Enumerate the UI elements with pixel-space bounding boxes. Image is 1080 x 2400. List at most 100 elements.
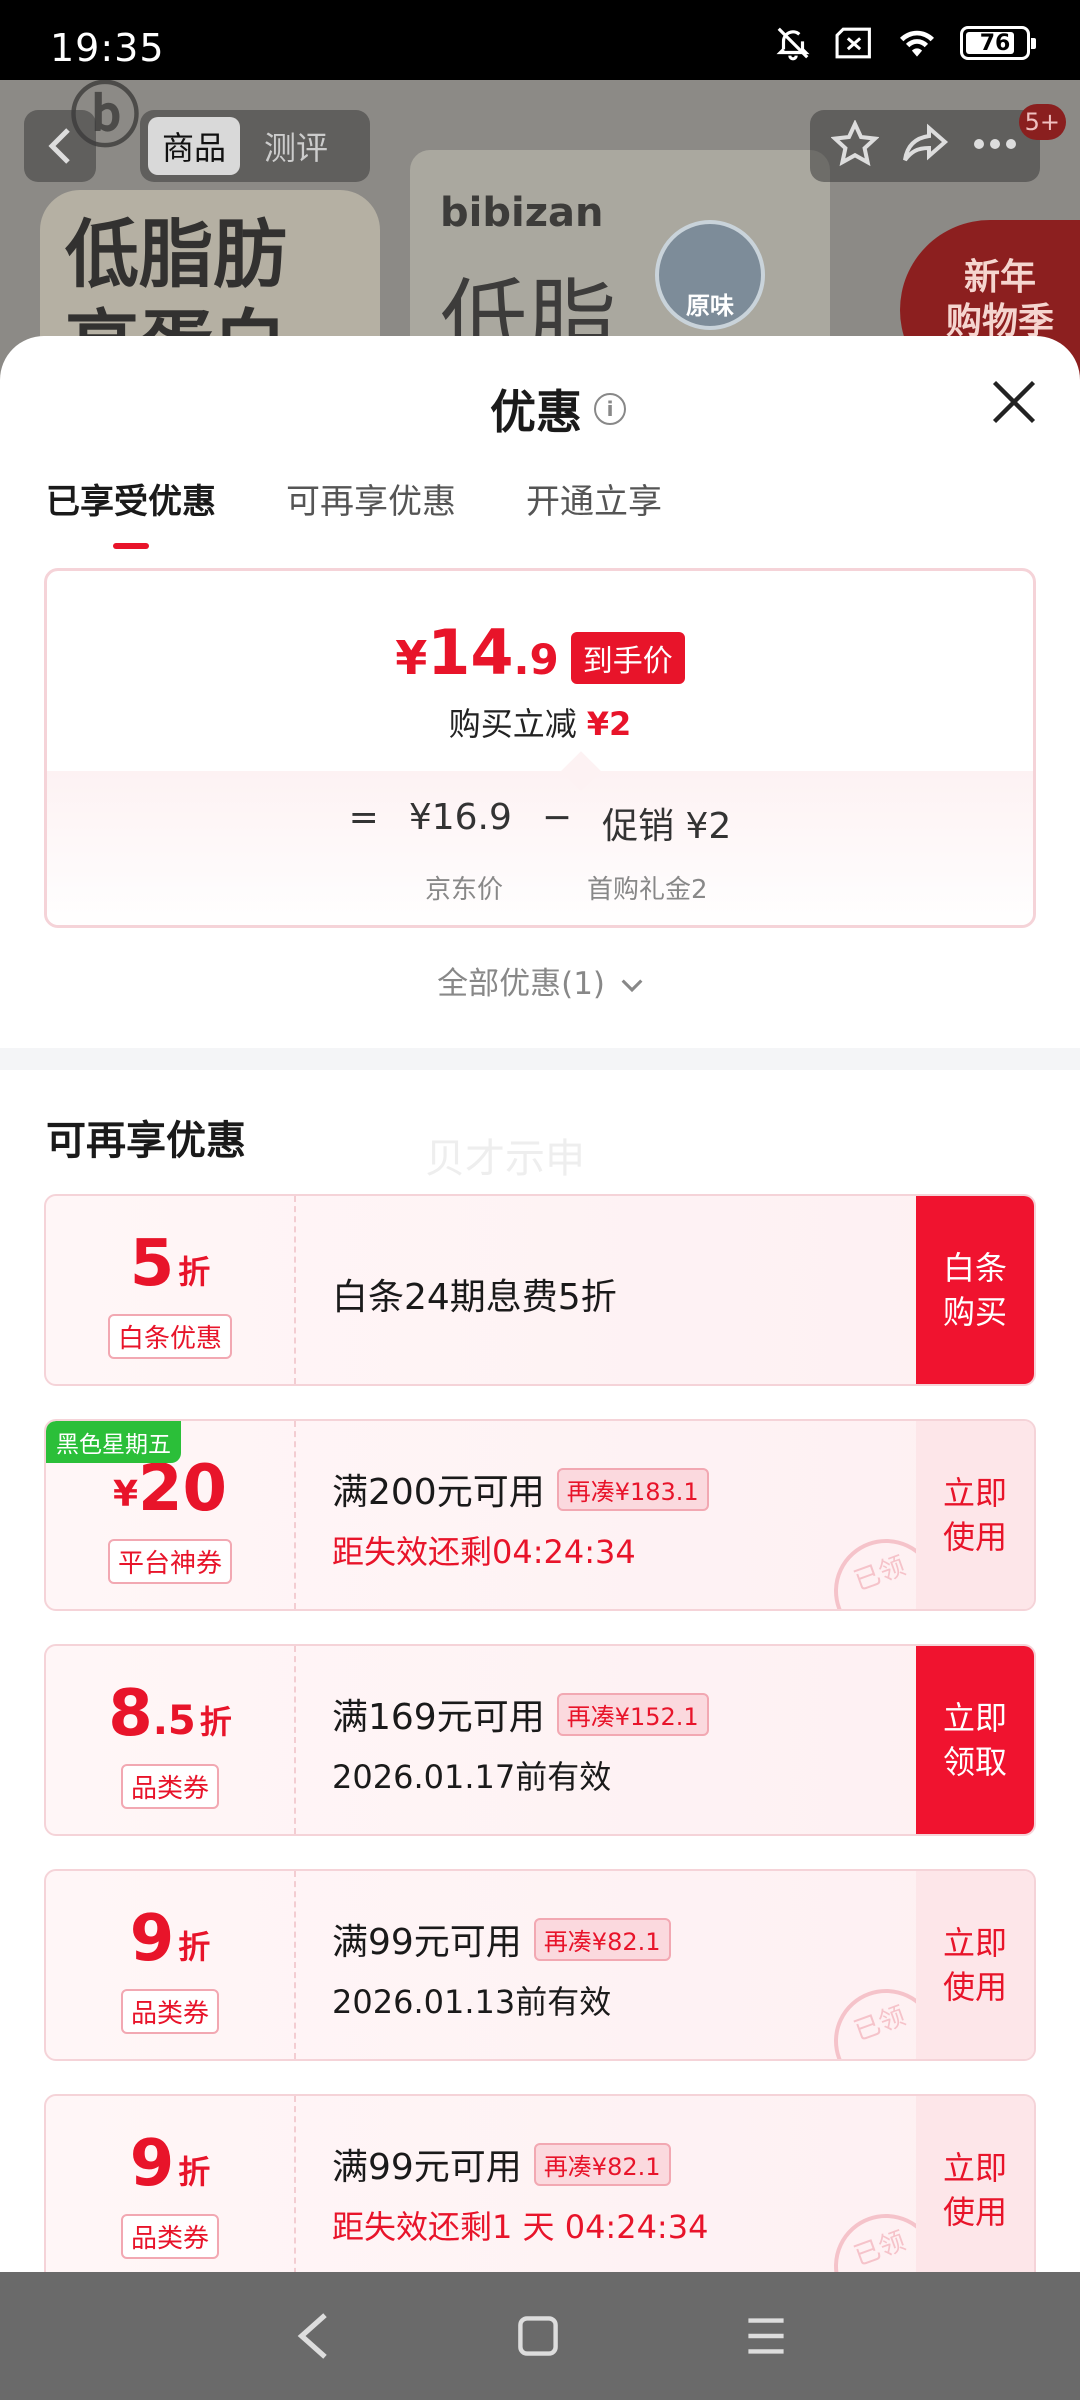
black-friday-label: 黑色星期五: [46, 1421, 181, 1463]
sheet-title: 优惠: [490, 385, 582, 439]
purchase-reduction: 购买立减 ¥2: [47, 699, 1033, 745]
coupon-countdown: 距失效还剩04:24:34: [332, 1533, 636, 1571]
coupon-tag: 平台神券: [107, 1539, 233, 1584]
watermark: 贝才示申: [425, 1136, 585, 1182]
tab-review[interactable]: 测评: [250, 117, 342, 175]
coupon-value-unit: 折: [178, 2153, 211, 2191]
coupon-condition: 满99元可用: [332, 1922, 522, 1963]
coupon-value-number: 9: [129, 1902, 175, 1976]
coupon-value-number: 9: [129, 2127, 175, 2201]
final-price-currency: ¥: [395, 631, 428, 685]
coupon-value: 9折: [46, 1907, 294, 1971]
system-nav-bar: [0, 2272, 1080, 2400]
sim-off-icon: [834, 26, 874, 60]
coupon-value-currency: ¥: [112, 1474, 138, 1515]
status-time: 19:35: [50, 26, 165, 70]
coupon-description: 白条24期息费5折: [332, 1277, 617, 1318]
coupon-value: 9折: [46, 2132, 294, 2196]
all-offers-label: 全部优惠(1): [437, 966, 606, 1002]
tab-enjoyed-offers[interactable]: 已享受优惠: [46, 474, 216, 549]
back-nav-icon[interactable]: [292, 2310, 332, 2362]
status-icons: 76: [774, 24, 1036, 62]
price-formula: = ¥16.9 − 促销 ¥2: [47, 797, 1033, 849]
coupon-card: 9折 品类券 满99元可用 再凑¥82.1 2026.01.13前有效 已领 立即…: [44, 1869, 1036, 2061]
promo-amount: 促销 ¥2: [602, 806, 732, 847]
coupon-description: 满169元可用 再凑¥152.1: [332, 1688, 709, 1740]
more-icon[interactable]: [971, 136, 1019, 156]
sheet-title-group: 优惠 i: [490, 376, 626, 442]
product-nav-tabs: 商品 测评: [140, 110, 370, 182]
use-now-button[interactable]: 立即 使用: [916, 1421, 1034, 1609]
tab-activate-offers[interactable]: 开通立享: [526, 474, 662, 549]
final-price-badge: 到手价: [570, 632, 685, 684]
coupon-value: ¥20: [46, 1457, 294, 1521]
back-button[interactable]: [24, 110, 96, 182]
battery-icon: 76: [960, 26, 1036, 60]
sheet-header: 优惠 i: [0, 336, 1080, 466]
section-divider: [0, 1048, 1080, 1070]
coupon-body: 满99元可用 再凑¥82.1 2026.01.13前有效: [332, 1913, 671, 2023]
close-icon[interactable]: [988, 376, 1040, 428]
discount-sheet: 优惠 i 已享受优惠 可再享优惠 开通立享 ¥14.9 到手价 购买立减 ¥2 =…: [0, 336, 1080, 2272]
final-price-decimal: .9: [513, 635, 559, 684]
home-nav-icon[interactable]: [516, 2314, 560, 2358]
coupon-tag: 白条优惠: [107, 1314, 233, 1359]
coupon-tag: 品类券: [120, 2214, 220, 2259]
battery-cap: [1031, 38, 1036, 49]
coupon-tag: 品类券: [120, 1764, 220, 1809]
reduction-label: 购买立减: [448, 705, 577, 743]
pack-brand: bibizan: [440, 190, 604, 236]
jd-price: ¥16.9: [408, 797, 512, 838]
coupon-value-number: 5: [129, 1227, 175, 1301]
coupon-countdown: 距失效还剩1 天 04:24:34: [332, 2208, 709, 2246]
promo-label: 首购礼金2: [587, 875, 708, 905]
price-breakdown: = ¥16.9 − 促销 ¥2 京东价 首购礼金2: [47, 751, 1033, 925]
coupon-description: 满99元可用 再凑¥82.1: [332, 1913, 671, 1965]
reduction-value: ¥2: [586, 705, 632, 743]
final-price-row: ¥14.9 到手价: [47, 621, 1033, 692]
flavor-seal-text: 原味: [686, 292, 734, 320]
coupon-expiry: 2026.01.13前有效: [332, 1983, 612, 2021]
final-price-card: ¥14.9 到手价 购买立减 ¥2 = ¥16.9 − 促销 ¥2 京东价 首购礼…: [44, 568, 1036, 928]
message-count-badge: 5+: [1018, 104, 1066, 140]
star-icon[interactable]: [830, 119, 880, 172]
share-icon[interactable]: [901, 122, 949, 170]
chevron-down-icon: [621, 978, 643, 992]
coupon-value-decimal: .5: [152, 1698, 196, 1744]
all-offers-toggle[interactable]: 全部优惠(1): [0, 958, 1080, 1003]
coupon-card: 5折 白条优惠 白条24期息费5折 白条 购买: [44, 1194, 1036, 1386]
formula-minus: −: [541, 797, 573, 838]
coupon-topup-badge: 再凑¥183.1: [556, 1467, 709, 1511]
coupon-tag: 品类券: [120, 1989, 220, 2034]
coupon-description: 满200元可用 再凑¥183.1: [332, 1463, 709, 1515]
coupon-value-number: 20: [138, 1452, 228, 1526]
offer-tabs: 已享受优惠 可再享优惠 开通立享: [46, 474, 662, 549]
coupon-condition: 满200元可用: [332, 1472, 545, 1513]
coupon-value-area: 5折 白条优惠: [46, 1196, 296, 1384]
baitiao-buy-button[interactable]: 白条 购买: [916, 1196, 1034, 1384]
claim-now-button[interactable]: 立即 领取: [916, 1646, 1034, 1834]
coupon-condition: 满99元可用: [332, 2147, 522, 2188]
coupon-value-number: 8: [108, 1677, 153, 1751]
coupon-value-unit: 折: [199, 1703, 232, 1741]
product-nav-actions: [810, 110, 1040, 182]
menu-nav-icon[interactable]: [744, 2316, 788, 2356]
coupon-topup-badge: 再凑¥152.1: [556, 1692, 709, 1736]
product-page-background: ⓑ 低脂肪 高蛋白 bibizan 低脂 原味 新年 购物季 商品 测评 5+: [0, 80, 1080, 380]
tab-more-offers[interactable]: 可再享优惠: [286, 474, 456, 549]
coupon-value-area: 9折 品类券: [46, 2096, 296, 2272]
coupon-value-unit: 折: [178, 1928, 211, 1966]
use-now-button[interactable]: 立即 使用: [916, 2096, 1034, 2272]
tab-product[interactable]: 商品: [148, 117, 241, 175]
final-price: ¥14.9: [395, 621, 558, 692]
coupon-body: 满169元可用 再凑¥152.1 2026.01.17前有效: [332, 1688, 709, 1798]
jd-price-label: 京东价: [425, 875, 504, 905]
status-bar: 19:35 76: [0, 0, 1080, 80]
bell-muted-icon: [774, 24, 812, 62]
final-price-top: ¥14.9 到手价 购买立减 ¥2: [47, 571, 1033, 771]
use-now-button[interactable]: 立即 使用: [916, 1871, 1034, 2059]
wifi-icon: [896, 26, 938, 60]
flavor-seal: 原味: [655, 220, 765, 330]
coupon-topup-badge: 再凑¥82.1: [533, 1917, 671, 1961]
info-icon[interactable]: i: [594, 393, 626, 425]
